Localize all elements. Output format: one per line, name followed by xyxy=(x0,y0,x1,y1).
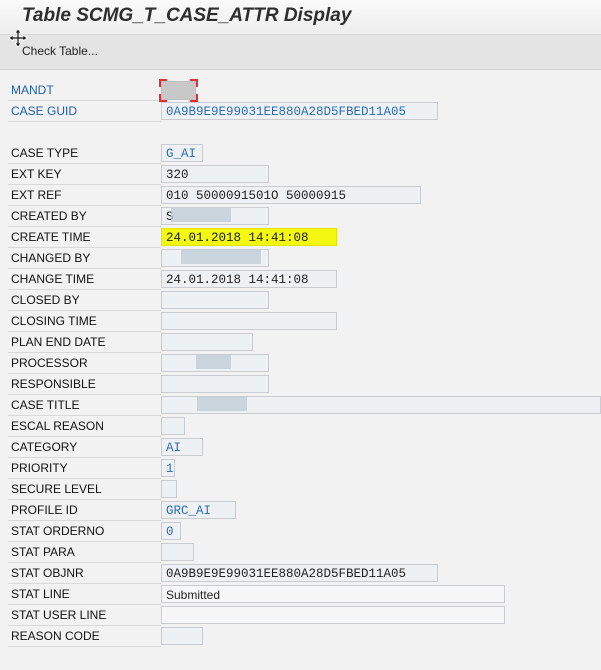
row-escal-reason: ESCAL REASON xyxy=(0,416,601,437)
field-value-ext-ref[interactable]: 010 5000091501O 50000915 xyxy=(161,186,421,204)
field-value-responsible[interactable] xyxy=(161,375,269,393)
redaction-blur xyxy=(231,250,261,264)
field-label-case-title: CASE TITLE xyxy=(8,396,161,416)
row-reason-code: REASON CODE xyxy=(0,626,601,647)
field-value-stat-line[interactable]: Submitted xyxy=(161,585,505,603)
row-closing-time: CLOSING TIME xyxy=(0,311,601,332)
field-label-ext-key: EXT KEY xyxy=(8,165,161,185)
field-value-closing-time[interactable] xyxy=(161,312,337,330)
row-create-time: CREATE TIME 24.01.2018 14:41:08 xyxy=(0,227,601,248)
row-priority: PRIORITY 1 xyxy=(0,458,601,479)
field-value-profile-id[interactable]: GRC_AI xyxy=(161,501,236,519)
field-value-reason-code[interactable] xyxy=(161,627,203,645)
field-label-processor: PROCESSOR xyxy=(8,354,161,374)
field-value-escal-reason[interactable] xyxy=(161,417,185,435)
field-label-plan-end-date: PLAN END DATE xyxy=(8,333,161,353)
field-label-stat-para: STAT PARA xyxy=(8,543,161,563)
field-label-closed-by: CLOSED BY xyxy=(8,291,161,311)
field-label-category: CATEGORY xyxy=(8,438,161,458)
redaction-blur xyxy=(197,397,247,411)
check-table-button[interactable]: Check Table... xyxy=(22,44,98,58)
row-changed-by: CHANGED BY xyxy=(0,248,601,269)
field-label-create-time: CREATE TIME xyxy=(8,228,161,248)
row-ext-ref: EXT REF 010 5000091501O 50000915 xyxy=(0,185,601,206)
field-label-changed-by: CHANGED BY xyxy=(8,249,161,269)
field-label-case-guid: CASE GUID xyxy=(8,102,161,122)
row-plan-end-date: PLAN END DATE xyxy=(0,332,601,353)
row-stat-line: STAT LINE Submitted xyxy=(0,584,601,605)
field-value-stat-orderno[interactable]: 0 xyxy=(161,522,181,540)
field-label-stat-line: STAT LINE xyxy=(8,585,161,605)
field-label-case-type: CASE TYPE xyxy=(8,144,161,164)
row-stat-user-line: STAT USER LINE xyxy=(0,605,601,626)
row-secure-level: SECURE LEVEL xyxy=(0,479,601,500)
page-title: Table SCMG_T_CASE_ATTR Display xyxy=(22,5,352,26)
field-value-category[interactable]: AI xyxy=(161,438,203,456)
row-stat-orderno: STAT ORDERNO 0 xyxy=(0,521,601,542)
row-stat-para: STAT PARA xyxy=(0,542,601,563)
field-label-mandt: MANDT xyxy=(8,81,161,101)
row-ext-key: EXT KEY 320 xyxy=(0,164,601,185)
field-value-plan-end-date[interactable] xyxy=(161,333,253,351)
field-label-priority: PRIORITY xyxy=(8,459,161,479)
field-label-stat-objnr: STAT OBJNR xyxy=(8,564,161,584)
application-toolbar: Check Table... xyxy=(0,35,601,70)
row-case-type: CASE TYPE G_AI xyxy=(0,143,601,164)
field-label-reason-code: REASON CODE xyxy=(8,627,161,647)
move-cursor-icon xyxy=(8,28,28,48)
field-label-ext-ref: EXT REF xyxy=(8,186,161,206)
title-bar: Table SCMG_T_CASE_ATTR Display xyxy=(0,0,601,35)
field-value-priority[interactable]: 1 xyxy=(161,459,175,477)
field-value-ext-key[interactable]: 320 xyxy=(161,165,269,183)
row-mandt: MANDT xyxy=(0,80,601,101)
field-value-case-guid[interactable]: 0A9B9E9E99031EE880A28D5FBED11A05 xyxy=(161,102,438,120)
row-case-title: CASE TITLE xyxy=(0,395,601,416)
row-case-guid: CASE GUID 0A9B9E9E99031EE880A28D5FBED11A… xyxy=(0,101,601,122)
redaction-blur xyxy=(171,208,231,222)
field-value-secure-level[interactable] xyxy=(161,480,177,498)
field-value-closed-by[interactable] xyxy=(161,291,269,309)
field-label-profile-id: PROFILE ID xyxy=(8,501,161,521)
field-label-created-by: CREATED BY xyxy=(8,207,161,227)
field-value-stat-objnr[interactable]: 0A9B9E9E99031EE880A28D5FBED11A05 xyxy=(161,564,438,582)
field-value-create-time[interactable]: 24.01.2018 14:41:08 xyxy=(161,228,337,246)
row-category: CATEGORY AI xyxy=(0,437,601,458)
row-profile-id: PROFILE ID GRC_AI xyxy=(0,500,601,521)
field-label-closing-time: CLOSING TIME xyxy=(8,312,161,332)
record-display: MANDT CASE GUID 0A9B9E9E99031EE880A28D5F… xyxy=(0,70,601,670)
field-label-change-time: CHANGE TIME xyxy=(8,270,161,290)
row-stat-objnr: STAT OBJNR 0A9B9E9E99031EE880A28D5FBED11A… xyxy=(0,563,601,584)
field-label-responsible: RESPONSIBLE xyxy=(8,375,161,395)
row-processor: PROCESSOR xyxy=(0,353,601,374)
field-label-escal-reason: ESCAL REASON xyxy=(8,417,161,437)
field-label-stat-user-line: STAT USER LINE xyxy=(8,606,161,626)
redaction-blur xyxy=(181,250,231,264)
field-value-case-type[interactable]: G_AI xyxy=(161,144,203,162)
row-closed-by: CLOSED BY xyxy=(0,290,601,311)
field-label-secure-level: SECURE LEVEL xyxy=(8,480,161,500)
field-label-stat-orderno: STAT ORDERNO xyxy=(8,522,161,542)
redaction-blur xyxy=(196,355,231,369)
row-responsible: RESPONSIBLE xyxy=(0,374,601,395)
row-created-by: CREATED BY S xyxy=(0,206,601,227)
row-change-time: CHANGE TIME 24.01.2018 14:41:08 xyxy=(0,269,601,290)
mandt-value-field[interactable] xyxy=(159,79,198,102)
field-value-stat-user-line[interactable] xyxy=(161,606,505,624)
field-value-stat-para[interactable] xyxy=(161,543,194,561)
field-value-change-time[interactable]: 24.01.2018 14:41:08 xyxy=(161,270,337,288)
